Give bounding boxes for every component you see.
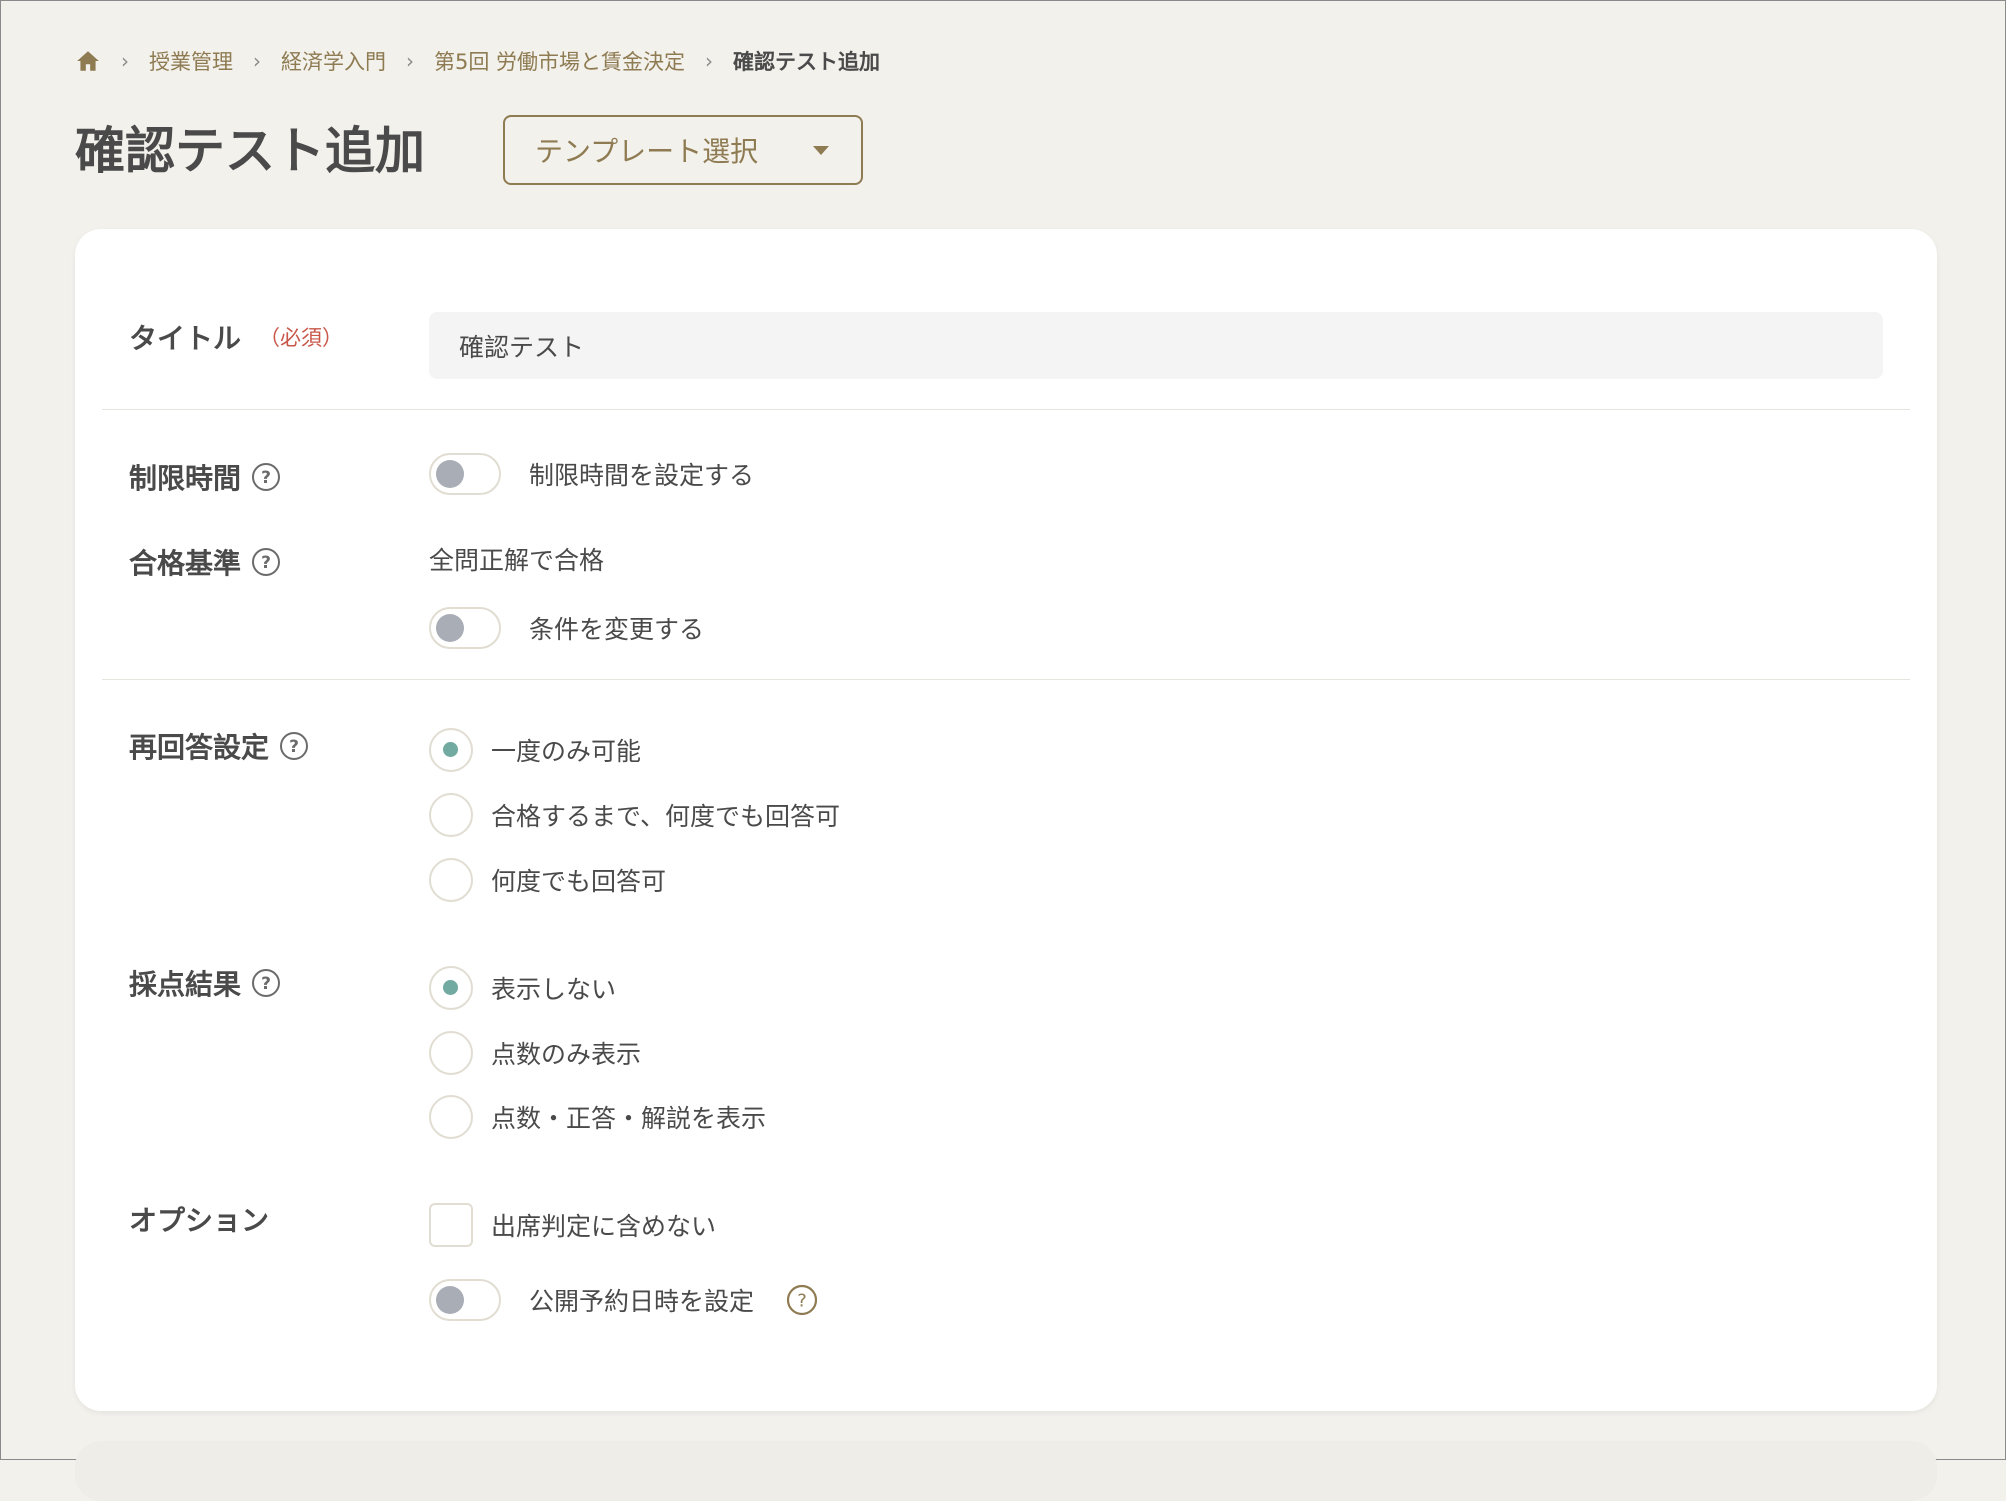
checkbox-label: 出席判定に含めない xyxy=(491,1212,717,1241)
help-icon[interactable]: ? xyxy=(786,1284,818,1316)
exclude-attendance-checkbox[interactable] xyxy=(429,1203,473,1247)
radio-label: 合格するまで、何度でも回答可 xyxy=(491,802,841,831)
radio-selected-dot xyxy=(443,980,458,995)
svg-text:?: ? xyxy=(261,468,271,488)
radio-label: 点数のみ表示 xyxy=(491,1040,642,1069)
radio-label: 何度でも回答可 xyxy=(491,867,667,896)
reanswer-option-until-pass[interactable]: 合格するまで、何度でも回答可 xyxy=(429,793,840,837)
schedule-toggle-row: 公開予約日時を設定 ? xyxy=(429,1279,818,1321)
radio-button[interactable] xyxy=(429,1095,473,1139)
title-input[interactable] xyxy=(429,312,1883,379)
required-badge: （必須） xyxy=(259,326,344,350)
svg-text:?: ? xyxy=(289,737,299,757)
radio-button[interactable] xyxy=(429,793,473,837)
breadcrumb-item-course[interactable]: 経済学入門 xyxy=(281,46,386,76)
breadcrumb-separator: › xyxy=(406,49,414,73)
breadcrumb: › 授業管理 › 経済学入門 › 第5回 労働市場と賃金決定 › 確認テスト追加 xyxy=(75,41,880,81)
time-limit-toggle-label: 制限時間を設定する xyxy=(529,461,755,490)
schedule-publish-toggle[interactable] xyxy=(429,1279,501,1321)
radio-selected-dot xyxy=(443,742,458,757)
grading-option-score-only[interactable]: 点数のみ表示 xyxy=(429,1031,641,1075)
radio-button[interactable] xyxy=(429,1031,473,1075)
section-divider xyxy=(102,679,1910,680)
toggle-knob xyxy=(436,1286,464,1314)
reanswer-label: 再回答設定 xyxy=(129,731,270,764)
toggle-knob xyxy=(436,460,464,488)
reanswer-option-unlimited[interactable]: 何度でも回答可 xyxy=(429,858,666,902)
radio-label: 点数・正答・解説を表示 xyxy=(491,1104,767,1133)
grading-result-label: 採点結果 xyxy=(129,968,242,1001)
radio-label: 表示しない xyxy=(491,975,617,1004)
help-icon[interactable]: ? xyxy=(251,547,281,577)
help-icon[interactable]: ? xyxy=(279,731,309,761)
breadcrumb-separator: › xyxy=(705,49,714,73)
breadcrumb-item-lesson[interactable]: 第5回 労働市場と賃金決定 xyxy=(434,46,685,76)
help-icon[interactable]: ? xyxy=(251,968,281,998)
radio-label: 一度のみ可能 xyxy=(491,737,642,766)
schedule-toggle-label: 公開予約日時を設定 xyxy=(529,1287,755,1316)
grading-result-label-group: 採点結果 ? xyxy=(129,963,281,1003)
grading-option-hide[interactable]: 表示しない xyxy=(429,966,616,1010)
toggle-knob xyxy=(436,614,464,642)
pass-criteria-toggle-label: 条件を変更する xyxy=(529,615,705,644)
pass-criteria-label: 合格基準 xyxy=(129,547,242,580)
time-limit-label: 制限時間 xyxy=(129,462,242,495)
next-section-card xyxy=(75,1441,1937,1501)
radio-button[interactable] xyxy=(429,728,473,772)
pass-criteria-label-group: 合格基準 ? xyxy=(129,542,281,582)
time-limit-label-group: 制限時間 ? xyxy=(129,457,281,497)
home-icon[interactable] xyxy=(75,48,101,74)
test-settings-card: タイトル （必須） 制限時間 ? 制限時間を設定する 合格基準 ? 全問正解で合… xyxy=(75,229,1937,1411)
pass-criteria-toggle[interactable] xyxy=(429,607,501,649)
options-label-group: オプション xyxy=(129,1199,269,1239)
time-limit-toggle-row: 制限時間を設定する xyxy=(429,453,754,495)
reanswer-option-once[interactable]: 一度のみ可能 xyxy=(429,728,641,772)
pass-criteria-value: 全問正解で合格 xyxy=(429,546,605,575)
pass-criteria-toggle-row: 条件を変更する xyxy=(429,607,704,649)
grading-option-full[interactable]: 点数・正答・解説を表示 xyxy=(429,1095,766,1139)
template-select-dropdown[interactable]: テンプレート選択 xyxy=(503,115,863,185)
breadcrumb-separator: › xyxy=(253,49,261,73)
options-label: オプション xyxy=(129,1204,270,1237)
title-label: タイトル xyxy=(129,322,242,355)
svg-text:?: ? xyxy=(797,1291,807,1312)
svg-text:?: ? xyxy=(261,974,271,994)
breadcrumb-current: 確認テスト追加 xyxy=(733,50,881,74)
title-label-group: タイトル （必須） xyxy=(129,317,343,357)
exclude-attendance-checkbox-row[interactable]: 出席判定に含めない xyxy=(429,1203,716,1247)
breadcrumb-separator: › xyxy=(121,49,129,73)
reanswer-label-group: 再回答設定 ? xyxy=(129,726,309,766)
help-icon[interactable]: ? xyxy=(251,462,281,492)
template-select-label: テンプレート選択 xyxy=(535,135,759,168)
radio-button[interactable] xyxy=(429,966,473,1010)
radio-button[interactable] xyxy=(429,858,473,902)
section-divider xyxy=(102,409,1910,410)
caret-down-icon xyxy=(813,146,829,155)
breadcrumb-item-class-management[interactable]: 授業管理 xyxy=(149,46,233,76)
page-title: 確認テスト追加 xyxy=(75,122,425,180)
time-limit-toggle[interactable] xyxy=(429,453,501,495)
svg-text:?: ? xyxy=(261,553,271,573)
